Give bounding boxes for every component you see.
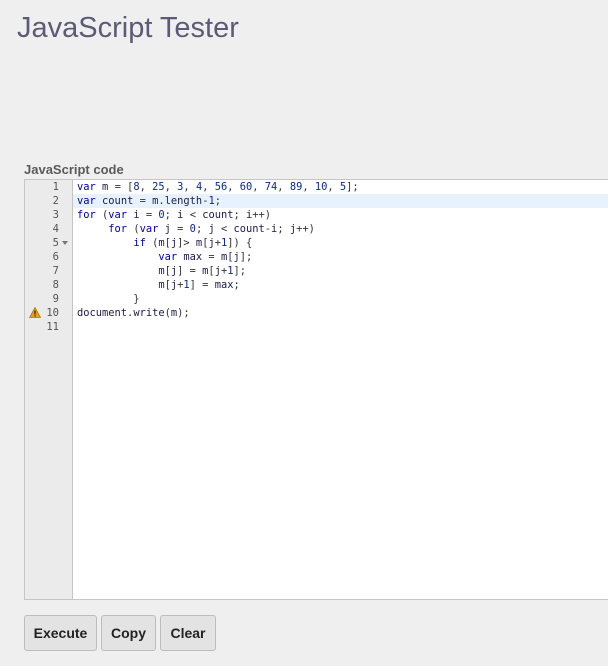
line-number: 8 [52, 279, 59, 291]
code-line-7[interactable]: m[j] = m[j+1]; [73, 264, 608, 278]
code-line-10[interactable]: document.write(m); [73, 306, 608, 320]
gutter-line-6: 6 [25, 250, 72, 264]
code-line-11[interactable] [73, 320, 608, 334]
code-line-3[interactable]: for (var i = 0; i < count; i++) [73, 208, 608, 222]
code-line-5[interactable]: if (m[j]> m[j+1]) { [73, 236, 608, 250]
gutter-line-9: 9 [25, 292, 72, 306]
gutter-line-8: 8 [25, 278, 72, 292]
gutter-line-2: 2 [25, 194, 72, 208]
code-line-4[interactable]: for (var j = 0; j < count-i; j++) [73, 222, 608, 236]
code-line-1[interactable]: var m = [8, 25, 3, 4, 56, 60, 74, 89, 10… [73, 180, 608, 194]
code-line-9[interactable]: } [73, 292, 608, 306]
gutter-line-10: 10 [25, 306, 72, 320]
gutter-line-3: 3 [25, 208, 72, 222]
code-line-6[interactable]: var max = m[j]; [73, 250, 608, 264]
line-number: 9 [52, 293, 59, 305]
gutter-line-11: 11 [25, 320, 72, 334]
warning-icon [29, 307, 41, 318]
page-title: JavaScript Tester [17, 12, 239, 44]
execute-button[interactable]: Execute [24, 615, 97, 651]
line-number: 11 [46, 321, 59, 333]
code-section-label: JavaScript code [24, 162, 124, 177]
line-number: 10 [46, 307, 59, 319]
line-number-gutter: 1 2 3 4 5 6 7 8 9 10 11 [25, 180, 73, 599]
gutter-line-7: 7 [25, 264, 72, 278]
copy-button[interactable]: Copy [101, 615, 156, 651]
gutter-line-4: 4 [25, 222, 72, 236]
line-number: 1 [52, 181, 59, 193]
line-number: 3 [52, 209, 59, 221]
code-editor[interactable]: 1 2 3 4 5 6 7 8 9 10 11 var m = [8, 25, … [24, 179, 608, 600]
line-number: 2 [52, 195, 59, 207]
fold-arrow-icon[interactable] [62, 241, 68, 245]
gutter-line-5: 5 [25, 236, 72, 250]
clear-button[interactable]: Clear [160, 615, 216, 651]
line-number: 6 [52, 251, 59, 263]
gutter-line-1: 1 [25, 180, 72, 194]
line-number: 7 [52, 265, 59, 277]
code-line-8[interactable]: m[j+1] = max; [73, 278, 608, 292]
line-number: 5 [52, 237, 59, 249]
code-area[interactable]: var m = [8, 25, 3, 4, 56, 60, 74, 89, 10… [73, 180, 608, 599]
code-line-2[interactable]: var count = m.length-1; [73, 194, 608, 208]
line-number: 4 [52, 223, 59, 235]
